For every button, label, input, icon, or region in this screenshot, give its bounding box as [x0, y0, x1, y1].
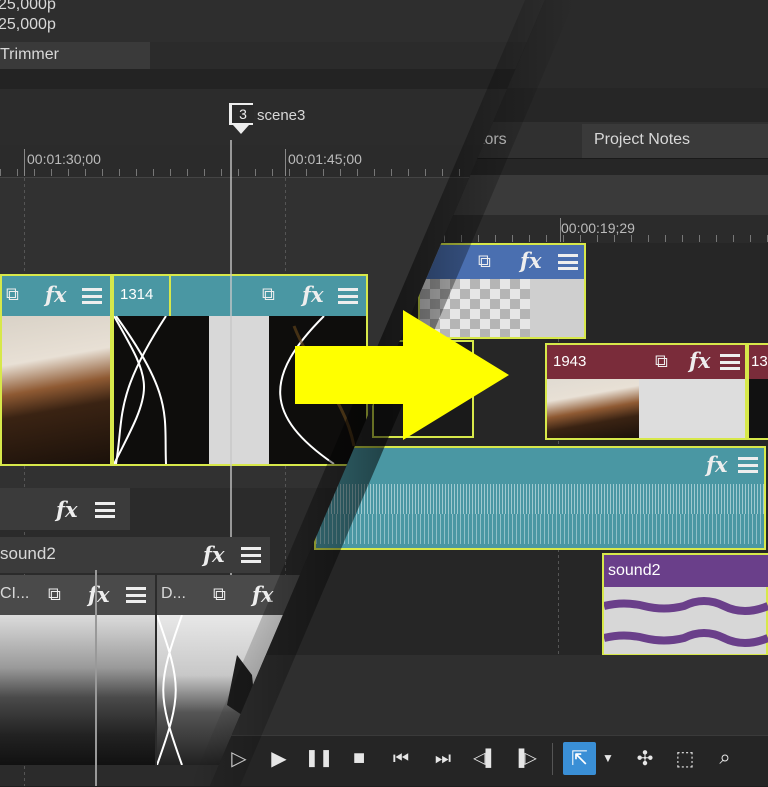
next-marker-button[interactable]: ▐▷	[510, 740, 540, 776]
fx-icon[interactable]: fx	[88, 582, 110, 607]
waveform-purple	[604, 597, 768, 647]
transport-controls: ▷ ▶ ❚❚ ■ ⏮ ⏭ ◁▌ ▐▷ ⇱ ▼ ✣ ⬚ ⌕	[0, 735, 768, 786]
fx-icon[interactable]: fx	[302, 282, 324, 307]
frame-size-1: 25,000p	[0, 0, 56, 13]
zoom-tool-button[interactable]: ⌕	[710, 740, 740, 776]
menu-icon[interactable]	[82, 288, 102, 304]
menu-icon[interactable]	[338, 288, 358, 304]
crop-icon[interactable]: ⧉	[478, 251, 491, 272]
menu-icon[interactable]	[738, 457, 758, 473]
menu-icon[interactable]	[95, 502, 115, 518]
chevron-down-icon[interactable]: ▼	[598, 740, 618, 776]
arrow-icon	[295, 310, 509, 440]
fx-icon[interactable]: fx	[520, 248, 542, 273]
tab-project-notes[interactable]: Project Notes	[582, 124, 768, 158]
audio-clip-music[interactable]: fx	[314, 446, 766, 550]
clip-header: ⧉ fx	[420, 245, 584, 279]
tab-project-notes-label: Project Notes	[594, 131, 691, 148]
clip-split	[169, 276, 171, 316]
selection-tool-button[interactable]: ⬚	[670, 740, 700, 776]
clip-label: D...	[161, 585, 186, 602]
tab-trimmer-label: Trimmer	[0, 46, 59, 63]
clip-number: 1943	[553, 353, 587, 370]
fx-icon[interactable]: fx	[56, 497, 78, 522]
crop-icon[interactable]: ⧉	[655, 351, 668, 372]
play-button[interactable]: ▶	[264, 740, 294, 776]
ruler-time-1: 00:01:30;00	[27, 151, 101, 167]
ruler-time-2: 00:01:45;00	[288, 151, 362, 167]
clip-number: 13	[751, 353, 768, 370]
audio-clip-sound2[interactable]: sound2	[602, 553, 768, 656]
video-clip-13[interactable]: 13	[747, 343, 768, 440]
pause-button[interactable]: ❚❚	[304, 740, 334, 776]
audio-track-label: sound2	[0, 544, 56, 563]
video-clip-1943[interactable]: 1943 ⧉ fx	[545, 343, 747, 440]
fx-icon[interactable]: fx	[706, 452, 728, 477]
fx-icon[interactable]: fx	[689, 348, 711, 373]
frame-size-2: 25,000p	[0, 16, 56, 33]
normal-edit-tool-button[interactable]: ⇱	[563, 742, 596, 775]
clip-label: CI...	[0, 585, 30, 602]
waveform-top	[316, 484, 764, 514]
prev-frame-button[interactable]: ⏮	[386, 740, 416, 776]
clip-thumbnail-sea	[547, 379, 639, 438]
clip-ci-header[interactable]: CI... ⧉ fx	[0, 575, 155, 615]
clip-header: ⧉ fx	[2, 276, 110, 316]
clip-thumbnail-sea	[2, 316, 110, 464]
envelope-tool-button[interactable]: ✣	[630, 740, 660, 776]
prev-marker-button[interactable]: ◁▌	[470, 740, 500, 776]
marker-label: scene3	[257, 107, 306, 124]
marker-number: 3	[232, 105, 254, 123]
clip-number: 1314	[120, 286, 154, 303]
video-clip-a[interactable]: ⧉ fx	[0, 274, 112, 466]
ruler-minor-ticks	[410, 235, 768, 242]
stop-button[interactable]: ■	[344, 740, 374, 776]
clip-d-header[interactable]: D... ⧉ fx	[157, 575, 307, 615]
track-header-audio: sound2 fx	[0, 537, 270, 573]
tab-trimmer[interactable]: Trimmer	[0, 42, 150, 69]
timeline-ruler-right[interactable]: 00:00:19;29	[410, 215, 768, 243]
menu-icon[interactable]	[241, 547, 261, 563]
clip-header: 1943 ⧉ fx	[547, 345, 745, 379]
fx-icon[interactable]: fx	[203, 542, 225, 567]
crop-icon[interactable]: ⧉	[48, 584, 61, 605]
track-header-video: fx	[0, 488, 130, 530]
fx-icon[interactable]: fx	[45, 282, 67, 307]
play-from-start-button[interactable]: ▷	[224, 740, 254, 776]
crop-icon[interactable]: ⧉	[6, 284, 19, 305]
crop-icon[interactable]: ⧉	[262, 284, 275, 305]
menu-icon[interactable]	[558, 254, 578, 270]
menu-icon[interactable]	[720, 354, 740, 370]
audio-clip-label: sound2	[608, 562, 661, 579]
next-frame-button[interactable]: ⏭	[428, 740, 458, 776]
crop-icon[interactable]: ⧉	[213, 584, 226, 605]
menu-icon[interactable]	[126, 587, 146, 603]
fx-icon[interactable]: fx	[252, 582, 274, 607]
toolbar-divider	[552, 743, 553, 775]
ruler-time-3: 00:00:19;29	[561, 220, 635, 236]
marker-pointer	[233, 125, 249, 134]
waveform-bottom	[316, 514, 764, 544]
